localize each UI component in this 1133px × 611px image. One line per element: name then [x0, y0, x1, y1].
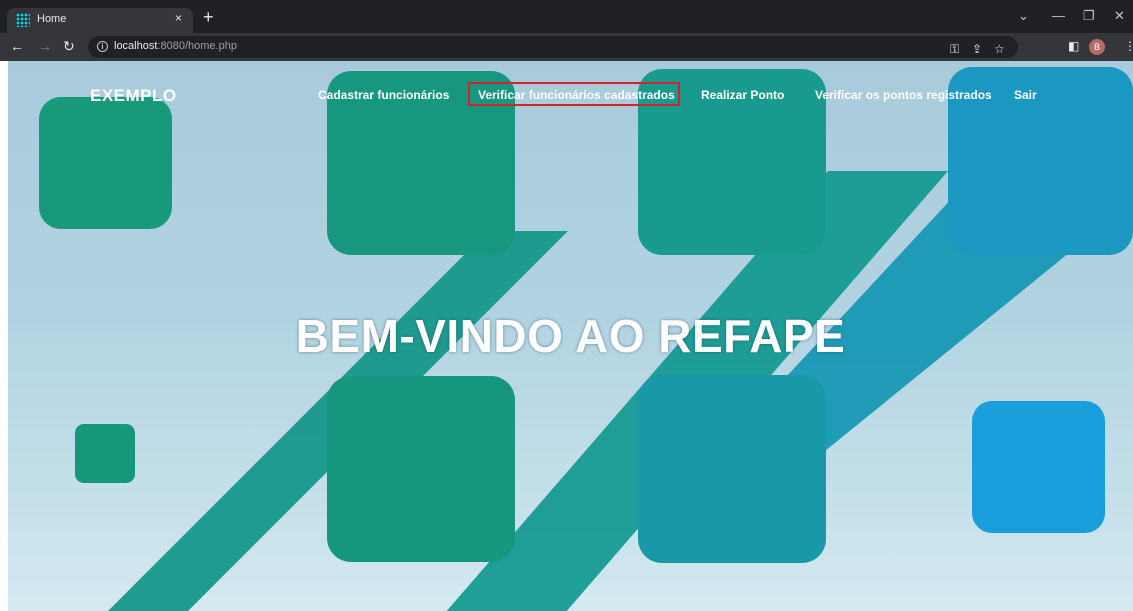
- new-tab-button[interactable]: +: [203, 8, 214, 26]
- bookmark-star-icon[interactable]: ☆: [994, 42, 1005, 56]
- page-viewport: EXEMPLO Cadastrar funcionários Verificar…: [8, 61, 1133, 611]
- site-favicon-icon: [16, 13, 30, 27]
- close-window-icon[interactable]: ✕: [1114, 8, 1125, 24]
- browser-tab[interactable]: Home ×: [7, 8, 193, 33]
- browser-toolbar: ← → ↻ i localhost:8080/home.php ⚿ ⇪ ☆ ◧ …: [0, 33, 1133, 61]
- url-text: localhost:8080/home.php: [114, 40, 237, 52]
- square-top-left: [39, 97, 172, 229]
- maximize-icon[interactable]: ❐: [1083, 8, 1095, 24]
- square-bottom-center: [327, 376, 515, 562]
- browser-tab-strip: Home × + ⌄ — ❐ ✕: [0, 0, 1133, 33]
- profile-avatar[interactable]: B: [1089, 39, 1105, 55]
- nav-link-realizar-ponto[interactable]: Realizar Ponto: [701, 88, 784, 102]
- tab-title: Home: [37, 13, 67, 25]
- side-panel-icon[interactable]: ◧: [1068, 39, 1079, 53]
- minimize-icon[interactable]: —: [1052, 8, 1065, 23]
- close-tab-icon[interactable]: ×: [175, 11, 182, 25]
- hero-title: BEM-VINDO AO REFAPE: [295, 310, 846, 362]
- key-icon[interactable]: ⚿: [950, 42, 959, 56]
- site-logo[interactable]: EXEMPLO: [90, 86, 177, 106]
- tab-search-icon[interactable]: ⌄: [1018, 8, 1029, 24]
- reload-icon[interactable]: ↻: [63, 38, 75, 54]
- nav-link-sair[interactable]: Sair: [1014, 88, 1037, 102]
- small-square-left: [75, 424, 135, 483]
- site-info-icon[interactable]: i: [97, 41, 108, 52]
- address-bar[interactable]: i localhost:8080/home.php ⚿ ⇪ ☆: [88, 36, 1018, 58]
- back-arrow-icon[interactable]: ←: [10, 38, 24, 54]
- nav-link-verificar-pontos[interactable]: Verificar os pontos registrados: [815, 88, 992, 102]
- share-icon[interactable]: ⇪: [972, 42, 982, 56]
- menu-kebab-icon[interactable]: ⋮: [1124, 39, 1133, 53]
- nav-link-verificar-funcionarios[interactable]: Verificar funcionários cadastrados: [478, 88, 675, 102]
- forward-arrow-icon[interactable]: →: [38, 38, 52, 54]
- nav-link-cadastrar-funcionarios[interactable]: Cadastrar funcionários: [318, 88, 449, 102]
- square-bottom-right: [638, 375, 826, 563]
- square-right-blue: [972, 401, 1105, 533]
